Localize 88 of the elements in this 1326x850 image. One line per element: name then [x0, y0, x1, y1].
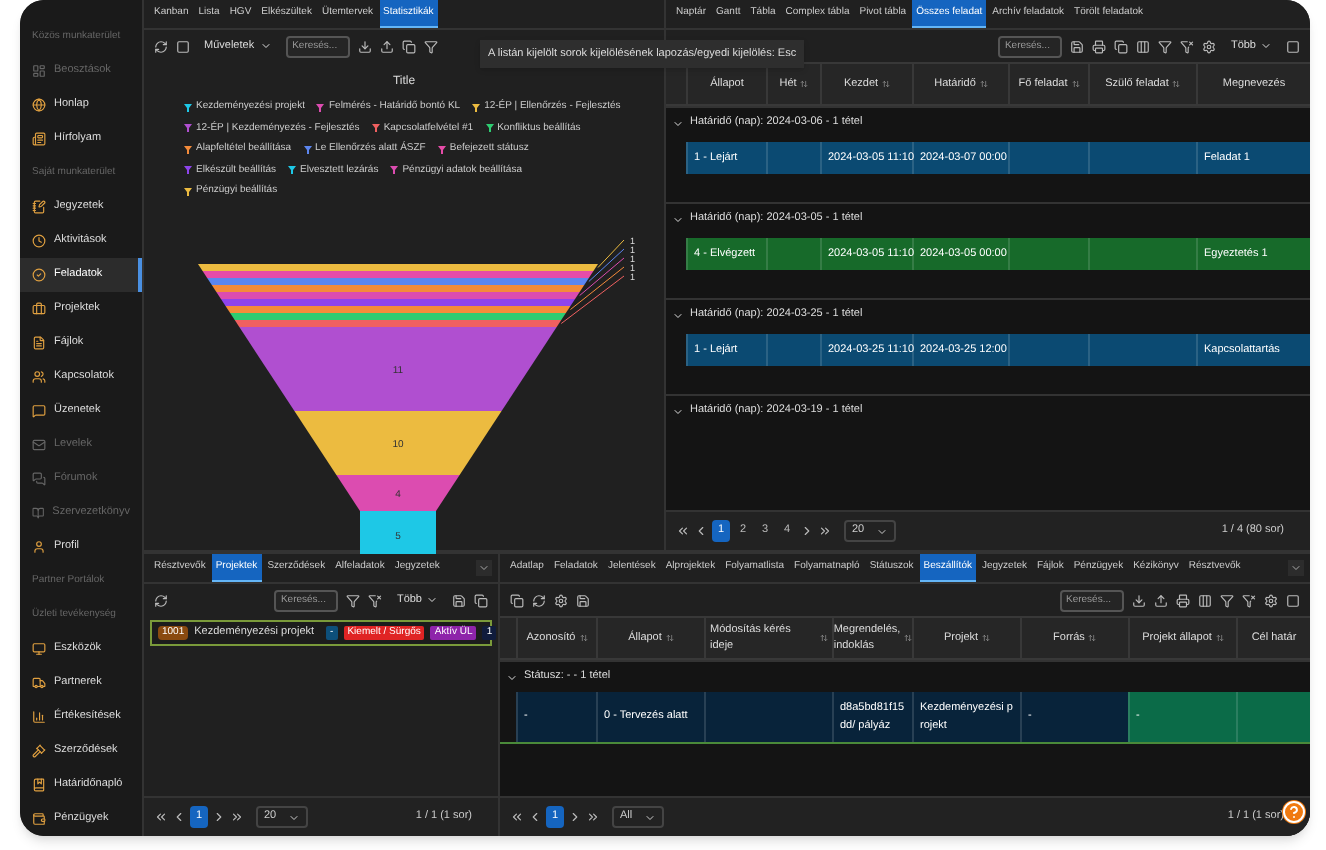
sort-icon [882, 80, 891, 88]
sort-icon [1088, 634, 1097, 642]
sort-icon [800, 80, 809, 88]
chevron-down-icon[interactable] [476, 560, 492, 576]
refresh-icon[interactable] [154, 593, 168, 607]
clock-icon [32, 234, 46, 248]
previous-page-icon[interactable] [172, 810, 186, 824]
chevron-icon [672, 309, 684, 321]
next-page-icon[interactable] [568, 810, 582, 824]
settings-icon[interactable] [1264, 593, 1278, 607]
settings-icon[interactable] [1202, 39, 1217, 53]
book-icon [32, 506, 45, 520]
copy-icon[interactable] [402, 39, 417, 53]
checkbox-icon[interactable] [1286, 39, 1300, 53]
printer-icon[interactable] [1176, 593, 1190, 607]
refresh-icon[interactable] [532, 593, 546, 607]
sort-icon [979, 80, 988, 88]
caret-icon [1260, 40, 1272, 52]
filter-clear-icon[interactable] [368, 593, 383, 607]
upload-icon[interactable] [1154, 593, 1168, 607]
filter-icon[interactable] [346, 593, 361, 607]
truck-icon [32, 676, 46, 690]
mail-icon [32, 438, 46, 452]
previous-page-icon[interactable] [694, 524, 708, 538]
previous-page-icon[interactable] [528, 810, 542, 824]
save-icon[interactable] [452, 593, 466, 607]
briefcase-icon [32, 302, 46, 316]
filter-icon[interactable] [1158, 39, 1173, 53]
chat-icon [32, 472, 46, 486]
filter-icon[interactable] [424, 39, 439, 53]
next-page-icon[interactable] [212, 810, 226, 824]
copy-icon[interactable] [510, 593, 524, 607]
wallet-icon [32, 812, 46, 826]
first-page-icon[interactable] [510, 810, 524, 824]
sort-icon [904, 634, 912, 642]
copy-icon[interactable] [1114, 39, 1129, 53]
sort-icon [982, 634, 991, 642]
save-icon[interactable] [1070, 39, 1085, 53]
refresh-icon[interactable] [154, 39, 168, 53]
sort-icon [665, 634, 674, 642]
first-page-icon[interactable] [154, 810, 168, 824]
last-page-icon[interactable] [586, 810, 600, 824]
caret-icon [644, 811, 657, 823]
caret-icon [426, 594, 438, 606]
printer-icon[interactable] [1092, 39, 1107, 53]
checkbox-icon[interactable] [176, 39, 190, 53]
user-icon [32, 540, 46, 554]
chevron-icon [672, 117, 684, 129]
filter-icon[interactable] [1220, 593, 1234, 607]
monitor-icon [32, 642, 46, 656]
chevron-down-icon[interactable] [1288, 560, 1304, 576]
sort-icon [820, 634, 828, 642]
bookmark-book-icon [32, 778, 46, 792]
checkbox-icon[interactable] [1286, 593, 1300, 607]
columns-icon[interactable] [1136, 39, 1151, 53]
newspaper-icon [32, 132, 46, 146]
filter-clear-icon[interactable] [1242, 593, 1256, 607]
download-icon[interactable] [358, 39, 373, 53]
last-page-icon[interactable] [230, 810, 244, 824]
sort-icon [1215, 634, 1224, 642]
next-page-icon[interactable] [800, 524, 814, 538]
chevron-icon [672, 213, 684, 225]
chevron-icon [672, 405, 684, 417]
copy-icon[interactable] [474, 593, 488, 607]
dashboard-icon [32, 64, 46, 78]
caret-icon [260, 40, 273, 52]
last-page-icon[interactable] [818, 524, 832, 538]
bar-chart-icon [32, 710, 46, 724]
filter-clear-icon[interactable] [1180, 39, 1195, 53]
settings-icon[interactable] [554, 593, 568, 607]
users-icon [32, 370, 46, 384]
download-icon[interactable] [1132, 593, 1146, 607]
upload-icon[interactable] [380, 39, 395, 53]
chevron-icon [506, 671, 518, 683]
sort-icon [1071, 80, 1080, 88]
caret-icon [876, 525, 889, 537]
globe-icon [32, 98, 46, 112]
columns-icon[interactable] [1198, 593, 1212, 607]
check-circle-icon [32, 268, 46, 282]
caret-icon [288, 811, 301, 823]
sort-icon [579, 634, 588, 642]
document-icon [32, 336, 46, 350]
sort-icon [1172, 80, 1181, 88]
save-icon[interactable] [576, 593, 590, 607]
notebook-icon [32, 200, 46, 214]
message-icon [32, 404, 46, 418]
gavel-icon [32, 744, 46, 758]
first-page-icon[interactable] [676, 524, 690, 538]
